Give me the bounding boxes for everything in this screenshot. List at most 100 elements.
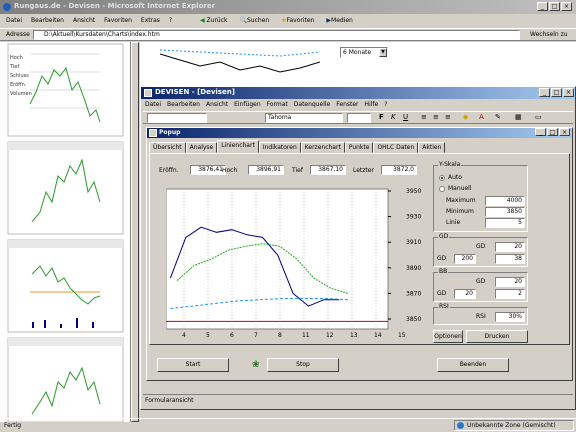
- x-tick-label: 14: [374, 332, 382, 339]
- line-color-icon[interactable]: ✎: [495, 113, 501, 121]
- address-input[interactable]: D:\Aktuell\Kursdaten\Charts\index.htm: [33, 30, 520, 40]
- popup-close-button[interactable]: ×: [559, 128, 570, 136]
- tab-overview[interactable]: Übersicht: [149, 142, 186, 153]
- tab-indicators[interactable]: Indikatoren: [258, 142, 301, 153]
- browser-window-controls: _ □ ×: [537, 2, 572, 11]
- app-close-button[interactable]: ×: [563, 88, 574, 97]
- tab-linechart[interactable]: Linienchart: [217, 140, 259, 153]
- menu-tools[interactable]: Extras: [141, 15, 160, 27]
- y-tick-label: 3950: [406, 188, 421, 195]
- browser-menubar: Datei Bearbeiten Ansicht Favoriten Extra…: [2, 15, 172, 27]
- y-tick-label: 3910: [406, 239, 421, 246]
- manual-radio[interactable]: Manuell: [439, 185, 471, 192]
- ie-icon: [3, 3, 11, 11]
- maximum-label: Maximum: [446, 197, 476, 204]
- bold-icon[interactable]: F: [379, 113, 384, 121]
- maximize-button[interactable]: □: [549, 2, 560, 11]
- bb-field-2a[interactable]: 20: [454, 289, 476, 299]
- ma-field-2b[interactable]: 38: [495, 254, 525, 264]
- open-field[interactable]: 3876,41: [190, 165, 226, 175]
- tab-stocks[interactable]: Aktien: [418, 142, 446, 153]
- stop-button[interactable]: Stop: [267, 358, 339, 372]
- border-icon[interactable]: ▦: [515, 113, 522, 121]
- low-field[interactable]: 3867,10: [310, 165, 346, 175]
- x-tick-label: 6: [230, 332, 234, 339]
- favorites-button[interactable]: ★Favoriten: [281, 15, 314, 27]
- size-select[interactable]: [347, 113, 371, 123]
- app-menu-format[interactable]: Format: [267, 100, 288, 110]
- app-menu-datasource[interactable]: Datenquelle: [294, 100, 330, 110]
- line-field[interactable]: 5: [485, 218, 525, 228]
- font-color-icon[interactable]: A: [479, 113, 484, 121]
- menu-file[interactable]: Datei: [6, 15, 22, 27]
- options-button[interactable]: Optionen: [433, 330, 463, 343]
- app-maximize-button[interactable]: □: [551, 88, 562, 97]
- status-text: Fertig: [4, 422, 22, 429]
- address-bar: Adresse D:\Aktuell\Kursdaten\Charts\inde…: [0, 28, 576, 41]
- ma-field-1[interactable]: 20: [495, 242, 525, 252]
- search-button[interactable]: 🔍Suchen: [240, 15, 270, 27]
- app-menubar: Datei Bearbeiten Ansicht Einfügen Format…: [145, 100, 387, 110]
- minimize-button[interactable]: _: [537, 2, 548, 11]
- italic-icon[interactable]: K: [391, 113, 396, 121]
- start-button[interactable]: Start: [157, 358, 229, 372]
- maximum-field[interactable]: 4000: [485, 196, 525, 206]
- left-scrollbar[interactable]: [131, 42, 139, 422]
- x-tick-label: 13: [350, 332, 358, 339]
- browser-statusbar: Fertig Unbekannte Zone (Gemischt): [0, 418, 576, 432]
- popup-maximize-button[interactable]: □: [547, 128, 558, 136]
- menu-view[interactable]: Ansicht: [73, 15, 95, 27]
- app-minimize-button[interactable]: _: [539, 88, 550, 97]
- align-left-icon[interactable]: ≡: [421, 113, 427, 121]
- app-menu-help[interactable]: Hilfe: [365, 100, 379, 110]
- app-menu-edit[interactable]: Bearbeiten: [167, 100, 200, 110]
- open-label: Eröffn.: [159, 167, 179, 174]
- fill-color-icon[interactable]: ◆: [463, 113, 468, 121]
- go-button[interactable]: Wechseln zu: [530, 31, 568, 38]
- media-button[interactable]: ▶Medien: [326, 15, 352, 27]
- menu-favorites[interactable]: Favoriten: [104, 15, 132, 27]
- bb-field-2b[interactable]: 2: [495, 289, 525, 299]
- effects-icon[interactable]: ▭: [535, 113, 542, 121]
- bb-field-1[interactable]: 20: [495, 277, 525, 287]
- background-chart: [160, 49, 320, 73]
- underline-icon[interactable]: U: [403, 113, 408, 121]
- left-panel: Hoch Tief Schluss Eröffn. Volumen: [0, 42, 131, 422]
- app-menu-file[interactable]: Datei: [145, 100, 161, 110]
- close-button[interactable]: ×: [561, 2, 572, 11]
- left-label-low: Tief: [10, 64, 20, 70]
- last-field[interactable]: 3872,0: [381, 165, 417, 175]
- tab-ohlc-data[interactable]: OHLC Daten: [373, 142, 419, 153]
- app-menu-question[interactable]: ?: [384, 100, 387, 110]
- font-select[interactable]: Tahoma: [265, 113, 343, 123]
- align-right-icon[interactable]: ≡: [445, 113, 451, 121]
- rsi-field[interactable]: 30%: [495, 312, 525, 322]
- app-menu-window[interactable]: Fenster: [336, 100, 358, 110]
- menu-help[interactable]: ?: [169, 15, 172, 27]
- app-menu-view[interactable]: Ansicht: [206, 100, 228, 110]
- auto-radio[interactable]: Auto: [439, 174, 462, 181]
- zone-panel: Unbekannte Zone (Gemischt): [454, 420, 574, 431]
- close-dialog-button[interactable]: Beenden: [437, 358, 509, 372]
- tab-points[interactable]: Punkte: [344, 142, 374, 153]
- object-select[interactable]: [147, 113, 207, 123]
- ma-field-2a[interactable]: 200: [454, 254, 476, 264]
- x-tick-label: 8: [278, 332, 282, 339]
- globe-icon: [457, 422, 464, 429]
- high-field[interactable]: 3896,91: [248, 165, 284, 175]
- tab-candlechart[interactable]: Kerzenchart: [300, 142, 345, 153]
- menu-edit[interactable]: Bearbeiten: [31, 15, 64, 27]
- radio-selected-icon: [439, 174, 445, 181]
- align-center-icon[interactable]: ≡: [433, 113, 439, 121]
- app-menu-insert[interactable]: Einfügen: [234, 100, 260, 110]
- back-arrow-icon: ◀: [200, 17, 205, 24]
- back-button[interactable]: ◀ Zurück: [200, 15, 228, 27]
- ma-group: GD GD 20 GD 200 38: [433, 233, 528, 267]
- tab-analysis[interactable]: Analyse: [185, 142, 218, 153]
- period-select[interactable]: 6 Monate ▼: [340, 47, 388, 58]
- print-button[interactable]: Drucken: [466, 330, 528, 343]
- popup-minimize-button[interactable]: _: [535, 128, 546, 136]
- minimum-field[interactable]: 3850: [485, 207, 525, 217]
- x-tick-label: 7: [254, 332, 258, 339]
- formula-view-label: Formularansicht: [145, 397, 194, 404]
